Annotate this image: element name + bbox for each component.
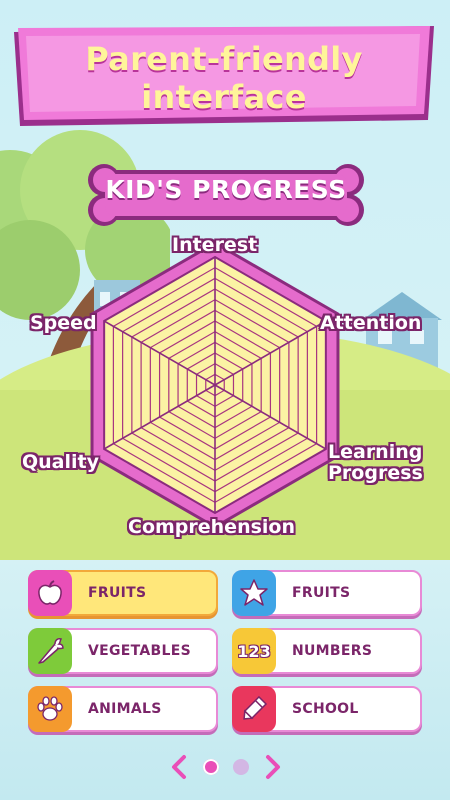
page-dot[interactable] [233, 759, 250, 775]
category-label: NUMBERS [292, 643, 373, 659]
axis-label-interest: Interest [172, 234, 258, 256]
category-label: FRUITS [88, 585, 147, 601]
category-label: FRUITS [292, 585, 351, 601]
category-button-vegetables[interactable]: VEGETABLES [28, 628, 218, 674]
axis-label-quality: Quality [22, 451, 99, 473]
carrot-icon [28, 628, 72, 674]
pagination [170, 752, 282, 782]
category-button-fruits-star[interactable]: FRUITS [232, 570, 422, 616]
category-label: VEGETABLES [88, 643, 191, 659]
category-button-animals[interactable]: ANIMALS [28, 686, 218, 732]
category-button-school[interactable]: SCHOOL [232, 686, 422, 732]
axis-label-comprehension: Comprehension [128, 516, 295, 538]
axis-label-attention: Attention [320, 312, 422, 334]
category-label: SCHOOL [292, 701, 359, 717]
progress-title: KID'S PROGRESS [105, 175, 347, 204]
chevron-right-icon[interactable] [264, 754, 282, 780]
chevron-left-icon[interactable] [170, 754, 188, 780]
star-icon [232, 570, 276, 616]
progress-radar-chart [90, 241, 340, 529]
numbers-icon: 123 [232, 628, 276, 674]
axis-label-learning-line1: Learning [328, 441, 423, 463]
axis-label-learning-line2: Progress [328, 462, 423, 484]
axis-label-speed: Speed [30, 312, 97, 334]
category-label: ANIMALS [88, 701, 162, 717]
crayon-icon [232, 686, 276, 732]
header-title-line1: Parent-friendly [85, 40, 363, 78]
category-button-fruits[interactable]: FRUITS [28, 570, 218, 616]
apple-icon [28, 570, 72, 616]
header-title-line2: interface [141, 78, 307, 116]
numbers-icon-text: 123 [237, 641, 271, 661]
page-dot-active[interactable] [202, 759, 219, 775]
paw-icon [28, 686, 72, 732]
category-button-numbers[interactable]: 123 NUMBERS [232, 628, 422, 674]
axis-label-learning-progress: Learning Progress [328, 442, 423, 484]
header-title: Parent-friendly interface [14, 40, 434, 116]
